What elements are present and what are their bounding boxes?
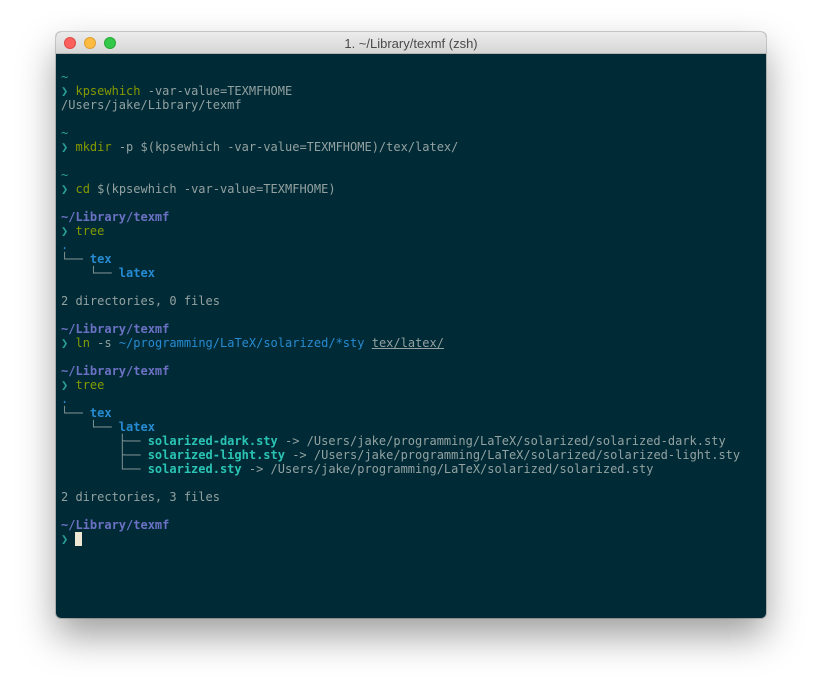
command-name: tree xyxy=(75,224,105,238)
prompt-path: ~ xyxy=(61,168,69,182)
command-line: ❯ ln -s ~/programming/LaTeX/solarized/*s… xyxy=(61,336,766,350)
prompt-symbol: ❯ xyxy=(61,378,69,392)
terminal-output[interactable]: ~ ❯ kpsewhich -var-value=TEXMFHOME /User… xyxy=(61,70,766,618)
tree-branch: └── xyxy=(61,266,119,280)
symlink-name: solarized-dark.sty xyxy=(147,434,278,448)
prompt-path-line: ~ xyxy=(61,168,766,182)
prompt-path: ~/Library/texmf xyxy=(61,364,170,378)
tree-node: └── tex xyxy=(61,406,766,420)
prompt-path-line: ~/Library/texmf xyxy=(61,210,766,224)
symlink-target: -> /Users/jake/programming/LaTeX/solariz… xyxy=(241,462,654,476)
tree-branch: └── xyxy=(61,406,90,420)
symlink-name: solarized-light.sty xyxy=(147,448,285,462)
command-args: -var-value=TEXMFHOME xyxy=(147,84,293,98)
destination-path: tex/latex/ xyxy=(371,336,444,350)
active-command-line[interactable]: ❯ xyxy=(61,532,766,546)
tree-branch: ├── xyxy=(61,448,148,462)
directory-name: latex xyxy=(118,420,155,434)
prompt-path-line: ~/Library/texmf xyxy=(61,518,766,532)
symlink-name: solarized.sty xyxy=(147,462,242,476)
symlink-target: -> /Users/jake/programming/LaTeX/solariz… xyxy=(284,448,741,462)
tree-node: └── tex xyxy=(61,252,766,266)
command-line: ❯ mkdir -p $(kpsewhich -var-value=TEXMFH… xyxy=(61,140,766,154)
tree-node: └── latex xyxy=(61,266,766,280)
command-line: ❯ kpsewhich -var-value=TEXMFHOME xyxy=(61,84,766,98)
prompt-path-line: ~/Library/texmf xyxy=(61,364,766,378)
command-line: ❯ cd $(kpsewhich -var-value=TEXMFHOME) xyxy=(61,182,766,196)
prompt-symbol: ❯ xyxy=(61,336,69,350)
prompt-path-line: ~ xyxy=(61,126,766,140)
command-output: /Users/jake/Library/texmf xyxy=(61,98,242,112)
prompt-symbol: ❯ xyxy=(61,224,69,238)
tree-branch: └── xyxy=(61,462,148,476)
command-name: mkdir xyxy=(75,140,112,154)
text-cursor[interactable] xyxy=(75,532,83,546)
command-name: tree xyxy=(75,378,105,392)
prompt-symbol: ❯ xyxy=(61,84,69,98)
window-title: 1. ~/Library/texmf (zsh) xyxy=(344,36,478,51)
command-name: cd xyxy=(75,182,90,196)
command-args: -p $(kpsewhich -var-value=TEXMFHOME)/tex… xyxy=(118,140,459,154)
terminal-window[interactable]: 1. ~/Library/texmf (zsh) ~ ❯ kpsewhich -… xyxy=(56,32,766,618)
prompt-path: ~/Library/texmf xyxy=(61,322,170,336)
tree-file-node: └── solarized.sty -> /Users/jake/program… xyxy=(61,462,766,476)
prompt-path-line: ~ xyxy=(61,70,766,84)
prompt-path: ~/Library/texmf xyxy=(61,518,170,532)
symlink-target: -> /Users/jake/programming/LaTeX/solariz… xyxy=(277,434,726,448)
tree-root: . xyxy=(61,392,69,406)
command-flag: -s xyxy=(97,336,112,350)
tree-branch: └── xyxy=(61,252,90,266)
command-line: ❯ tree xyxy=(61,378,766,392)
tree-summary: 2 directories, 0 files xyxy=(61,294,220,308)
tree-node: └── latex xyxy=(61,420,766,434)
title-bar[interactable]: 1. ~/Library/texmf (zsh) xyxy=(56,32,766,54)
prompt-symbol: ❯ xyxy=(61,532,69,546)
directory-name: tex xyxy=(89,252,112,266)
tree-root: . xyxy=(61,238,69,252)
tree-file-node: ├── solarized-dark.sty -> /Users/jake/pr… xyxy=(61,434,766,448)
prompt-path: ~ xyxy=(61,126,69,140)
tree-branch: ├── xyxy=(61,434,148,448)
command-line: ❯ tree xyxy=(61,224,766,238)
prompt-path-line: ~/Library/texmf xyxy=(61,322,766,336)
command-name: kpsewhich xyxy=(75,84,141,98)
source-path: ~/programming/LaTeX/solarized/*sty xyxy=(118,336,365,350)
prompt-path: ~ xyxy=(61,70,69,84)
prompt-symbol: ❯ xyxy=(61,140,69,154)
tree-file-node: ├── solarized-light.sty -> /Users/jake/p… xyxy=(61,448,766,462)
tree-branch: └── xyxy=(61,420,119,434)
prompt-path: ~/Library/texmf xyxy=(61,210,170,224)
directory-name: tex xyxy=(89,406,112,420)
tree-summary: 2 directories, 3 files xyxy=(61,490,220,504)
directory-name: latex xyxy=(118,266,155,280)
command-name: ln xyxy=(75,336,90,350)
command-args: $(kpsewhich -var-value=TEXMFHOME) xyxy=(97,182,336,196)
prompt-symbol: ❯ xyxy=(61,182,69,196)
